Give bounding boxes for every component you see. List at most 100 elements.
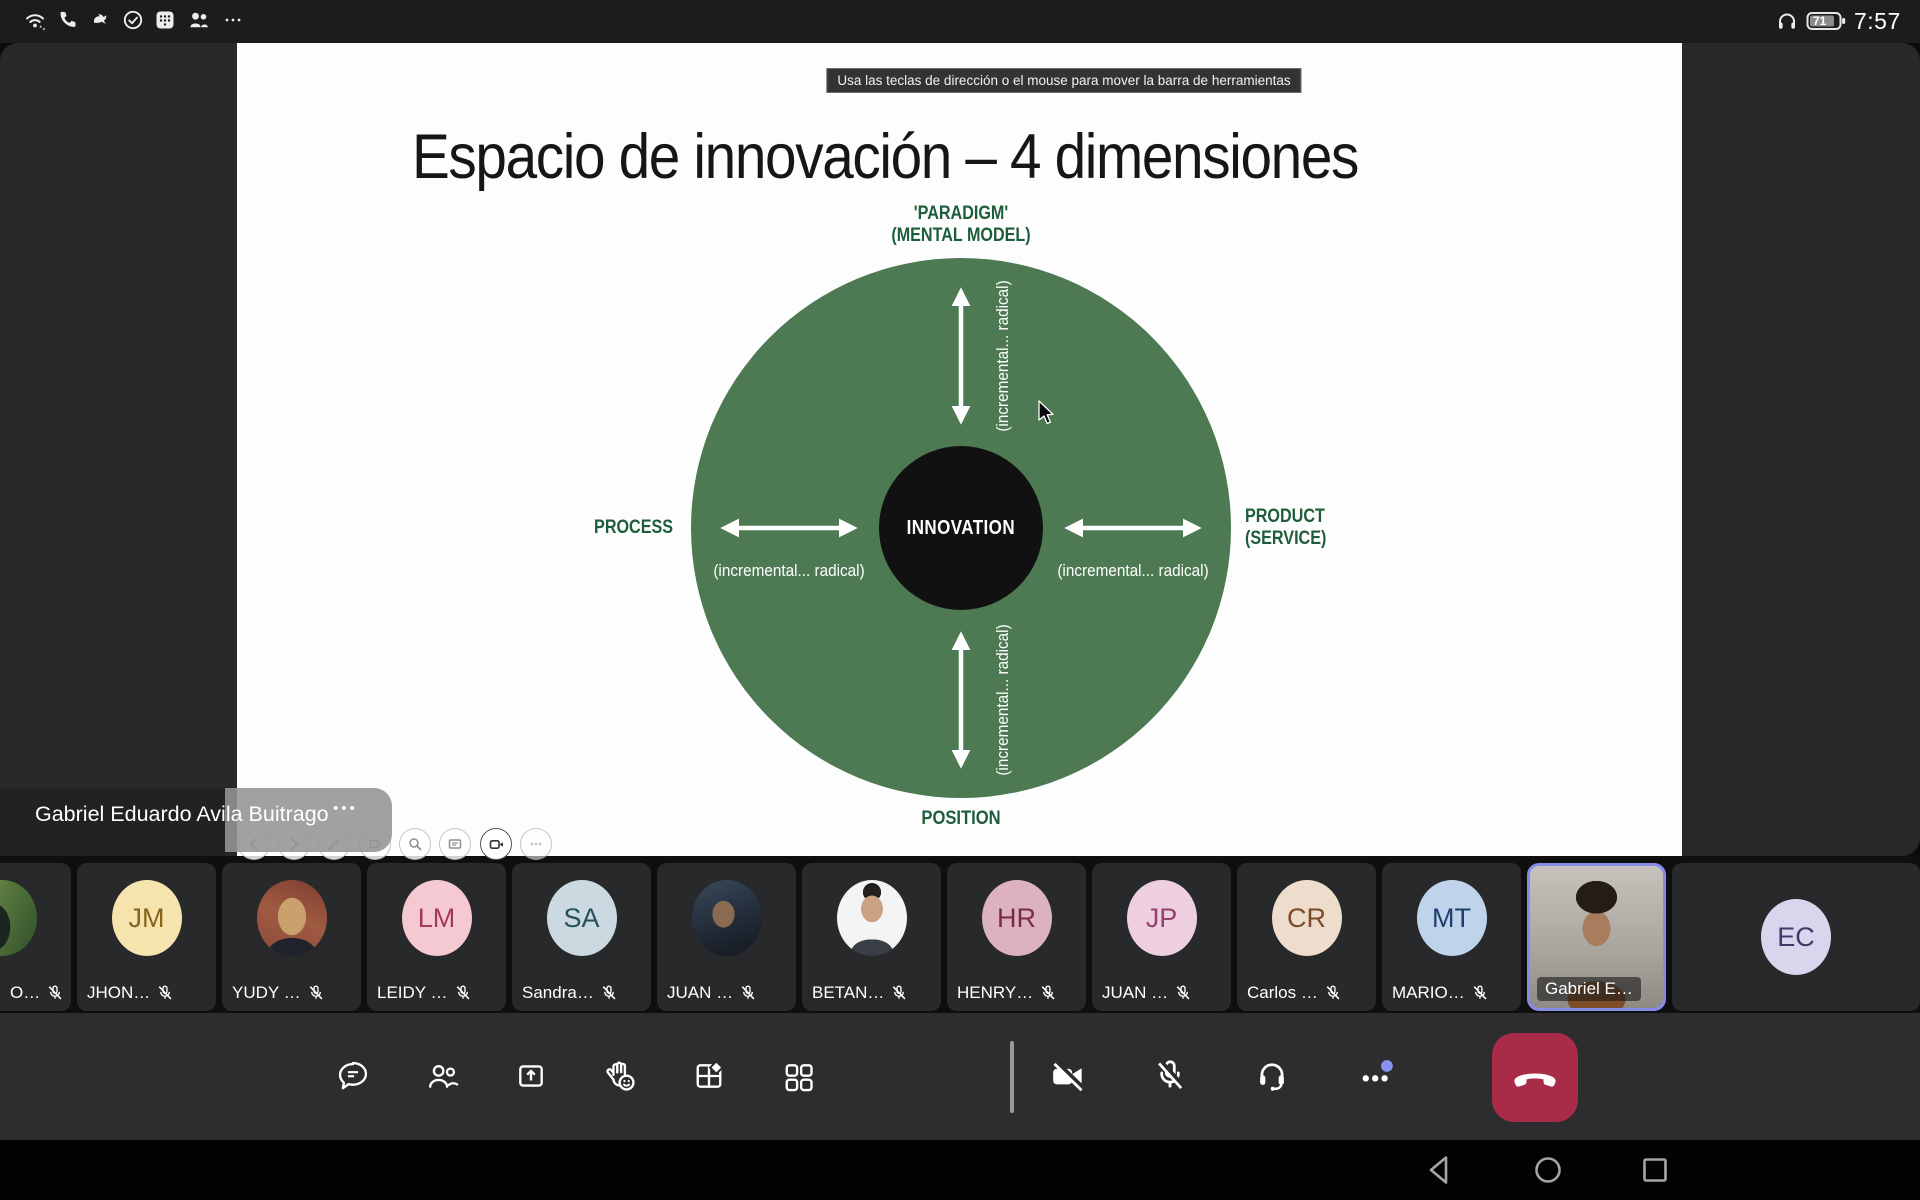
participant-label-row: MARIO… (1392, 983, 1517, 1003)
raise-hand-button[interactable] (588, 1044, 652, 1108)
share-icon (513, 1058, 549, 1094)
mouse-cursor (1038, 400, 1062, 428)
participant-name-label: JUAN … (667, 983, 733, 1003)
avatar (837, 880, 907, 956)
participant-strip[interactable]: O… JM JHON… (0, 856, 1920, 1013)
overflow-icon (222, 9, 244, 31)
camera-off-icon (1049, 1057, 1087, 1095)
check-circle-icon (122, 9, 144, 31)
avatar: MT (1417, 880, 1487, 956)
nav-home-button[interactable] (1530, 1152, 1566, 1188)
participant-label-row: BETAN… (812, 983, 937, 1003)
participant-tile-mt[interactable]: MT MARIO… (1382, 863, 1521, 1011)
participant-tile-active-speaker[interactable]: Gabriel E… (1527, 863, 1666, 1011)
avatar: EC (1761, 899, 1831, 975)
participant-tile-cr[interactable]: CR Carlos … (1237, 863, 1376, 1011)
battery-indicator: 71 (1806, 10, 1848, 32)
toolbar-hint-tooltip: Usa las teclas de dirección o el mouse p… (826, 68, 1301, 93)
participant-tile-sa[interactable]: SA Sandra… (512, 863, 651, 1011)
participant-label-row: HENRY… (957, 983, 1082, 1003)
hang-up-button[interactable] (1492, 1033, 1578, 1122)
more-options-button[interactable] (1342, 1044, 1406, 1108)
nav-recents-button[interactable] (1637, 1152, 1673, 1188)
mic-off-icon (1151, 1057, 1189, 1095)
participant-tile-betan[interactable]: BETAN… (802, 863, 941, 1011)
mic-muted-icon (1324, 984, 1342, 1002)
mic-muted-icon (454, 984, 472, 1002)
mic-muted-icon (890, 984, 908, 1002)
gallery-icon (780, 1058, 816, 1094)
participant-tile-hr[interactable]: HR HENRY… (947, 863, 1086, 1011)
mic-muted-icon (46, 984, 64, 1002)
paradigm-label: 'PARADIGM' (MENTAL MODEL) (891, 203, 1030, 247)
breakout-rooms-button[interactable] (677, 1044, 741, 1108)
innovation-center-circle: INNOVATION (879, 446, 1043, 610)
participant-tile-outdoor[interactable]: O… (0, 863, 71, 1011)
camera-toggle-button[interactable] (480, 828, 512, 860)
participant-label-row: O… (10, 983, 67, 1003)
meeting-control-bar (0, 1013, 1920, 1140)
participant-tile-lm[interactable]: LM LEIDY … (367, 863, 506, 1011)
wifi-icon (24, 9, 46, 31)
participant-name-label: LEIDY … (377, 983, 448, 1003)
magnifier-button[interactable] (399, 828, 431, 860)
participant-name-label: MARIO… (1392, 983, 1465, 1003)
headset-icon (1253, 1057, 1291, 1095)
phone-icon (58, 9, 80, 31)
participant-tile-jp[interactable]: JP JUAN … (1092, 863, 1231, 1011)
range-label-position: (incremental... radical) (993, 624, 1013, 775)
participant-label-row: JUAN … (667, 983, 792, 1003)
avatar: SA (547, 880, 617, 956)
product-label: PRODUCT (SERVICE) (1245, 506, 1326, 550)
mic-muted-icon (156, 984, 174, 1002)
position-label: POSITION (921, 807, 1000, 829)
avatar (257, 880, 327, 956)
teams-meeting-screen: 71 7:57 Usa las teclas de dirección o el… (0, 0, 1920, 1200)
mic-off-button[interactable] (1138, 1044, 1202, 1108)
slide-title: Espacio de innovación – 4 dimensiones (412, 121, 1358, 193)
share-screen-button[interactable] (499, 1044, 563, 1108)
mic-muted-icon (1039, 984, 1057, 1002)
range-label-product: (incremental... radical) (1057, 561, 1208, 581)
mic-muted-icon (1174, 984, 1192, 1002)
participant-name-label: JHON… (87, 983, 150, 1003)
avatar: HR (982, 880, 1052, 956)
rooms-icon (691, 1058, 727, 1094)
participant-name-label: HENRY… (957, 983, 1033, 1003)
people-icon (424, 1058, 460, 1094)
participant-name-label: Carlos … (1247, 983, 1318, 1003)
participant-name-label: BETAN… (812, 983, 884, 1003)
notification-icon (91, 9, 113, 31)
nav-back-button[interactable] (1422, 1152, 1458, 1188)
toolbar-more-button[interactable] (520, 828, 552, 860)
participant-name-label: YUDY … (232, 983, 301, 1003)
participant-label-row: JHON… (87, 983, 212, 1003)
chat-button[interactable] (321, 1044, 385, 1108)
presentation-slide: Usa las teclas de dirección o el mouse p… (237, 43, 1682, 856)
participant-tile-jm[interactable]: JM JHON… (77, 863, 216, 1011)
participant-label-row: JUAN … (1102, 983, 1227, 1003)
participant-label-row: Carlos … (1247, 983, 1372, 1003)
participant-label-row: Sandra… (522, 983, 647, 1003)
innovation-label: INNOVATION (907, 517, 1015, 540)
people-button[interactable] (410, 1044, 474, 1108)
raise-hand-icon (601, 1057, 639, 1095)
participant-tile-yudy[interactable]: YUDY … (222, 863, 361, 1011)
gallery-view-button[interactable] (766, 1044, 830, 1108)
battery-percent: 71 (1813, 14, 1826, 28)
more-options-icon (1354, 1056, 1394, 1096)
chat-icon (335, 1058, 371, 1094)
avatar: CR (1272, 880, 1342, 956)
people-icon (188, 9, 210, 31)
whiteboard-button[interactable] (439, 828, 471, 860)
participant-tile-juan[interactable]: JUAN … (657, 863, 796, 1011)
audio-device-button[interactable] (1240, 1044, 1304, 1108)
presenter-more-icon[interactable]: ••• (333, 800, 358, 817)
participant-label-row: Gabriel E… (1537, 977, 1641, 1001)
participant-label-row: LEIDY … (377, 983, 502, 1003)
android-nav-bar (0, 1140, 1920, 1200)
mic-muted-icon (739, 984, 757, 1002)
participant-tile-ec[interactable]: EC (1672, 863, 1920, 1011)
avatar (692, 880, 762, 956)
camera-off-button[interactable] (1036, 1044, 1100, 1108)
